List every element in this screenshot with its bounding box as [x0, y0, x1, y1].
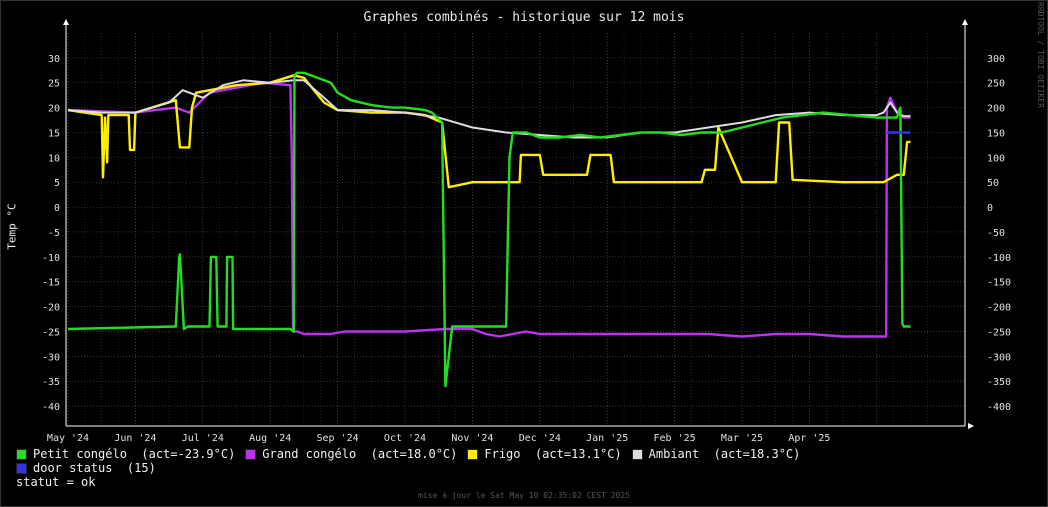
y-tick-label: 25	[48, 79, 60, 90]
y-tick-label: 20	[48, 104, 60, 115]
x-tick-label: Nov '24	[451, 433, 493, 444]
chart-svg: -40 -400 -35 -350 -30 -300 -25 -250 -20 -200 -15 -1…	[42, 19, 1011, 444]
legend-swatch-petit-congelo	[16, 448, 27, 460]
x-tick-label: Apr '25	[788, 433, 830, 444]
x-tick-label: May '24	[47, 433, 89, 444]
update-footer: mise à jour le Sat May 10 02:35:02 CEST …	[418, 491, 630, 500]
y2-tick-label: -350	[987, 377, 1011, 388]
legend-row-1: Petit congélo (act=-23.9°C) Grand congél…	[16, 447, 800, 461]
x-tick-label: Dec '24	[519, 433, 561, 444]
y2-tick-label: 250	[987, 79, 1005, 90]
y-tick-label: 5	[54, 178, 60, 189]
legend-label-ambiant: Ambiant (act=18.3°C)	[648, 447, 801, 461]
x-tick-label: Jun '24	[114, 433, 156, 444]
x-axis-arrow	[968, 423, 974, 429]
x-tick-label: Oct '24	[384, 433, 426, 444]
vendor-tag: RRDTOOL / TOBI OETIKER	[1036, 2, 1045, 108]
y2-tick-label: 50	[987, 178, 999, 189]
y-tick-label: -15	[42, 278, 60, 289]
legend-label-door-status: door status (15)	[33, 461, 156, 475]
y-tick-label: -5	[48, 228, 60, 239]
y2-tick-label: -200	[987, 303, 1011, 314]
y2-tick-label: 200	[987, 104, 1005, 115]
legend-row-2: door status (15)	[16, 461, 800, 475]
y2-tick-label: 100	[987, 153, 1005, 164]
y2-tick-label: 0	[987, 203, 993, 214]
y-tick-label: 10	[48, 153, 60, 164]
y-tick-label: -25	[42, 327, 60, 338]
y-tick-label: -10	[42, 253, 60, 264]
y-axis-label: Temp °C	[5, 203, 19, 250]
legend-label-petit-congelo: Petit congélo (act=-23.9°C)	[33, 447, 236, 461]
legend-label-frigo: Frigo (act=13.1°C)	[484, 447, 622, 461]
y2-tick-label: 150	[987, 128, 1005, 139]
x-tick-label: Mar '25	[721, 433, 763, 444]
status-line: statut = ok	[16, 475, 96, 489]
legend: Petit congélo (act=-23.9°C) Grand congél…	[16, 447, 800, 489]
y2-tick-label: -50	[987, 228, 1005, 239]
x-tick-label: Sep '24	[317, 433, 359, 444]
y-tick-label: -40	[42, 402, 60, 413]
y2-tick-label: -300	[987, 352, 1011, 363]
y2-tick-label: -100	[987, 253, 1011, 264]
legend-swatch-frigo	[467, 448, 479, 460]
x-tick-label: Aug '24	[249, 433, 291, 444]
legend-swatch-door-status	[16, 462, 27, 474]
legend-label-grand-congelo: Grand congélo (act=18.0°C)	[262, 447, 458, 461]
x-tick-label: Jan '25	[586, 433, 628, 444]
y2-tick-label: -150	[987, 278, 1011, 289]
y-tick-label: 15	[48, 128, 60, 139]
y-tick-label: 0	[54, 203, 60, 214]
x-tick-label: Jul '24	[182, 433, 224, 444]
y2-tick-label: -400	[987, 402, 1011, 413]
chart-title: Graphes combinés - historique sur 12 moi…	[363, 10, 685, 25]
y-tick-label: -35	[42, 377, 60, 388]
legend-swatch-ambiant	[631, 448, 643, 460]
y2-tick-label: -250	[987, 327, 1011, 338]
x-tick-label: Feb '25	[654, 433, 696, 444]
y-tick-label: 30	[48, 54, 60, 65]
y-tick-label: -20	[42, 303, 60, 314]
y2-tick-label: 300	[987, 54, 1005, 65]
y-tick-label: -30	[42, 352, 60, 363]
legend-swatch-grand-congelo	[245, 448, 257, 460]
